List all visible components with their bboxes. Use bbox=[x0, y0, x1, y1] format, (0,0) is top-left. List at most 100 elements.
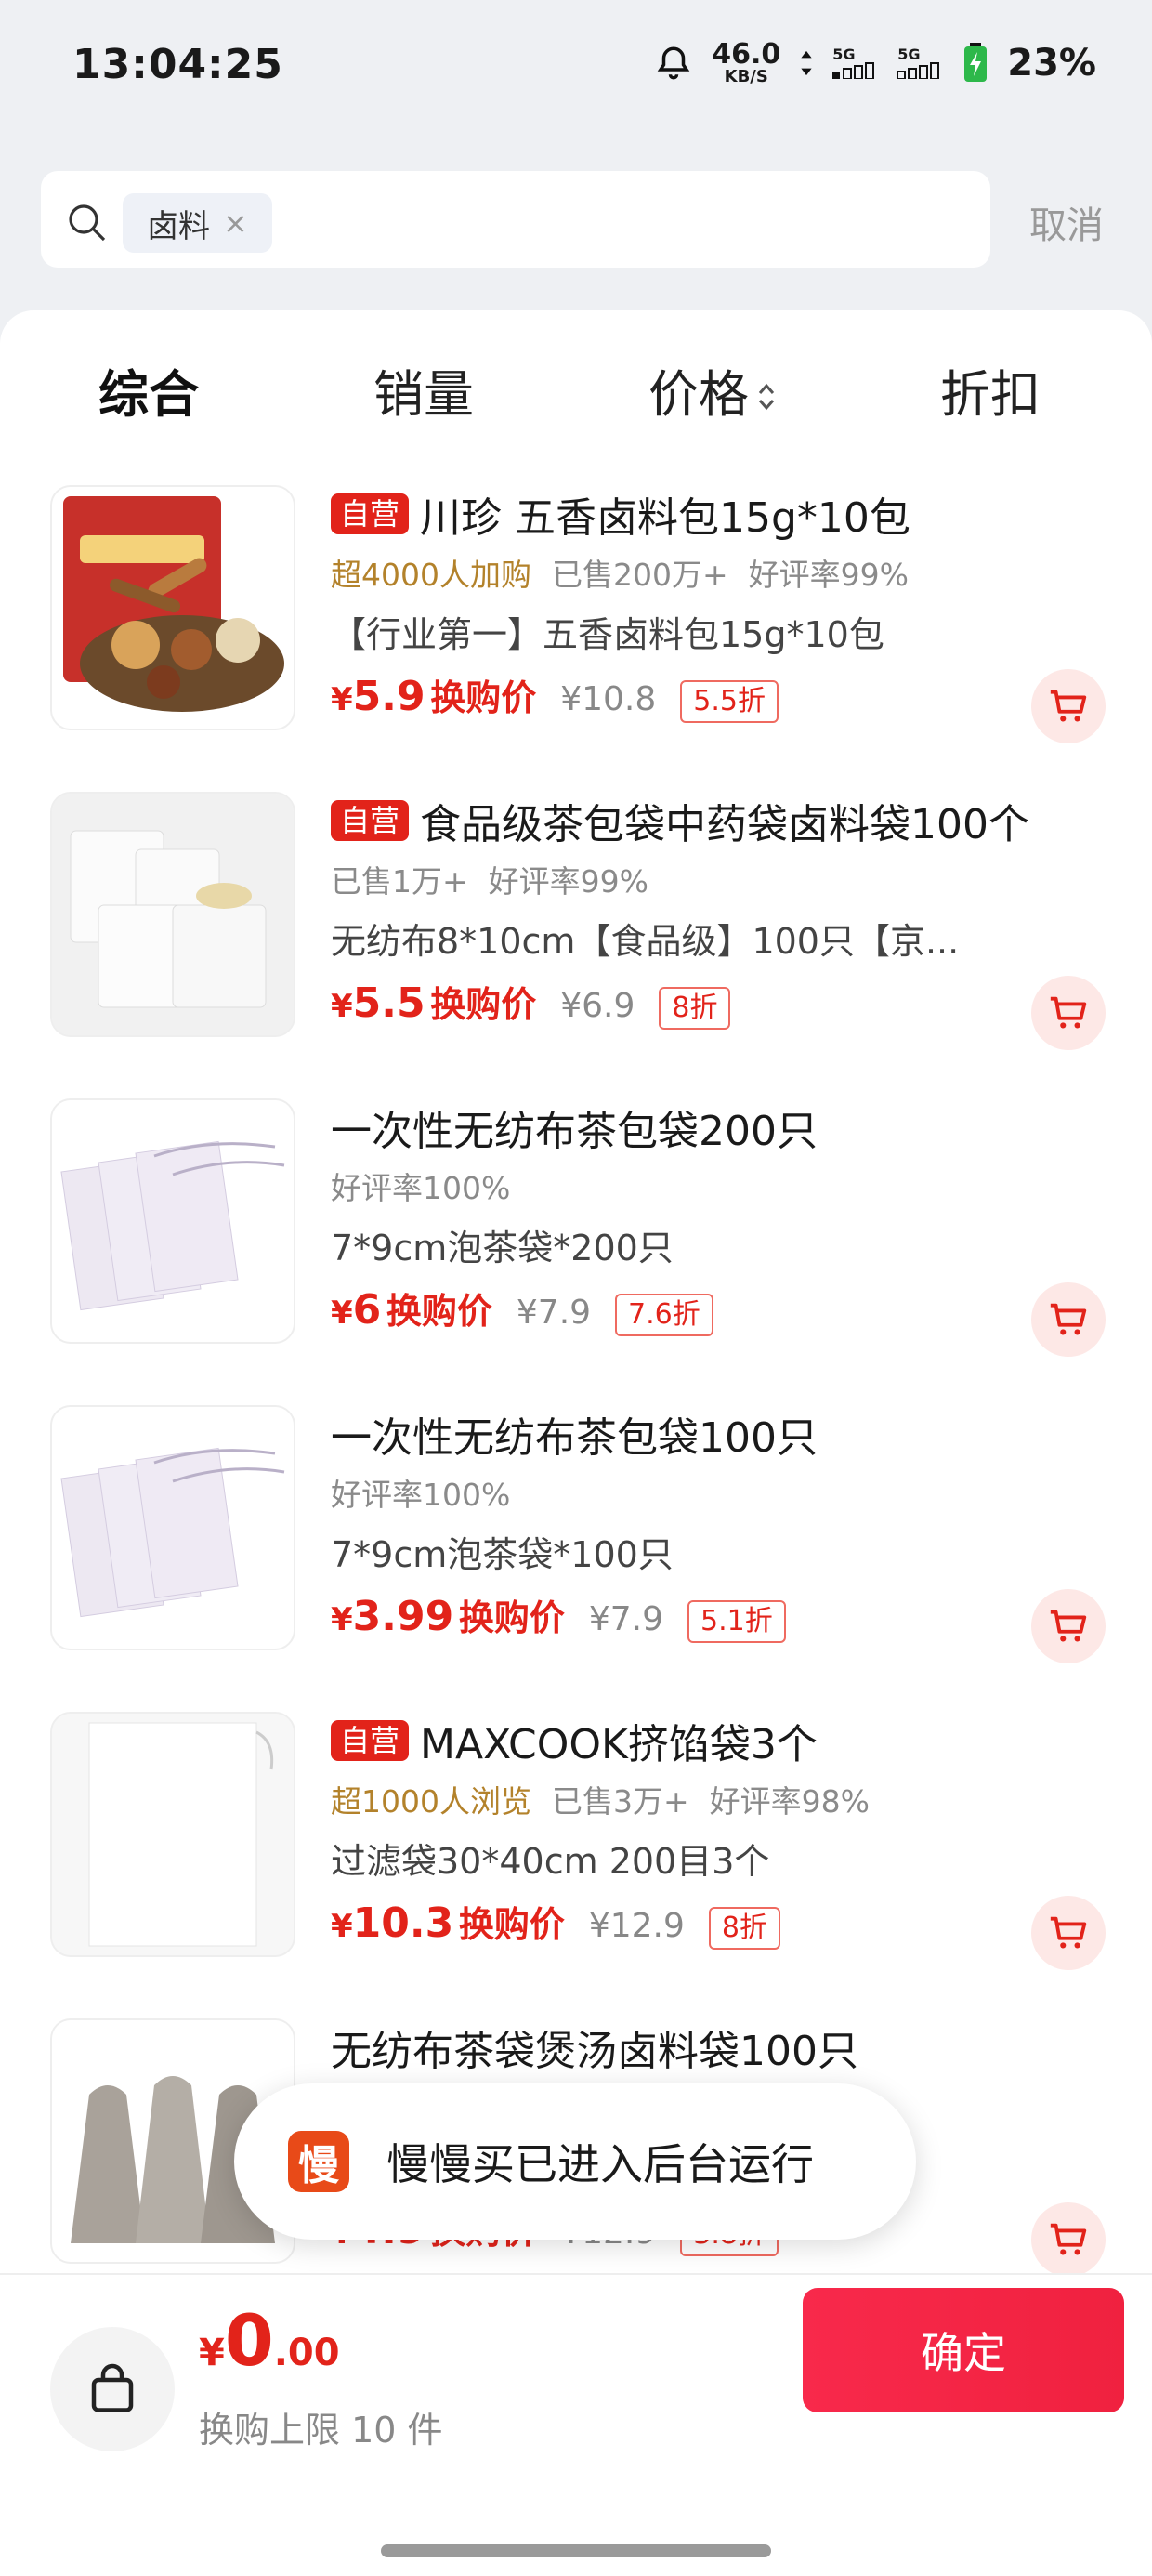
sold-count: 已售3万+ bbox=[551, 1783, 689, 1820]
sort-arrows-icon bbox=[756, 369, 777, 427]
product-desc: 【行业第一】五香卤料包15g*10包 bbox=[331, 614, 884, 655]
product-image[interactable] bbox=[50, 485, 295, 730]
cart-icon bbox=[1050, 1610, 1087, 1642]
original-price: ¥7.9 bbox=[516, 1294, 592, 1332]
product-info: 一次性无纺布茶包袋100只 好评率100% 7*9cm泡茶袋*100只 ¥3.9… bbox=[331, 1405, 1074, 1643]
sort-bar: 综合 销量 价格 折扣 bbox=[0, 353, 1152, 427]
cart-icon bbox=[1050, 996, 1087, 1029]
price: ¥6 换购价 bbox=[331, 1286, 492, 1334]
product-item[interactable]: 一次性无纺布茶包袋200只 好评率100% 7*9cm泡茶袋*200只 ¥6 换… bbox=[0, 1098, 1152, 1377]
rating: 好评率100% bbox=[331, 1477, 511, 1513]
product-title: 一次性无纺布茶包袋200只 bbox=[331, 1108, 818, 1155]
self-operated-badge: 自营 bbox=[331, 1719, 410, 1762]
product-title: 无纺布茶袋煲汤卤料袋100只 bbox=[331, 2028, 858, 2075]
cart-bag-button[interactable] bbox=[50, 2327, 175, 2451]
product-title: 食品级茶包袋中药袋卤料袋100个 bbox=[420, 801, 1029, 848]
product-meta: 好评率100% bbox=[331, 1470, 1074, 1520]
rating: 好评率99% bbox=[488, 863, 649, 900]
network-speed: 46.0 KB/S bbox=[712, 38, 781, 86]
cancel-button[interactable]: 取消 bbox=[1029, 195, 1104, 249]
promo-text: 超1000人浏览 bbox=[331, 1783, 531, 1820]
battery-charging-icon bbox=[962, 43, 988, 84]
battery-percent: 23% bbox=[1007, 42, 1096, 85]
toast-text: 慢慢买已进入后台运行 bbox=[386, 2139, 814, 2189]
cart-icon bbox=[1050, 2223, 1087, 2255]
tab-discount[interactable]: 折扣 bbox=[940, 353, 1041, 427]
product-info: 自营 MAXCOOK挤馅袋3个 超1000人浏览 已售3万+ 好评率98% 过滤… bbox=[331, 1712, 1074, 1950]
add-to-cart-button[interactable] bbox=[1031, 1589, 1106, 1663]
discount-badge: 8折 bbox=[659, 987, 731, 1030]
exchange-limit: 换购上限 10 件 bbox=[199, 2410, 443, 2451]
price-line: ¥10.3 换购价 ¥12.9 8折 bbox=[331, 1896, 1074, 1950]
product-meta: 已售1万+ 好评率99% bbox=[331, 857, 1074, 907]
search-icon bbox=[65, 201, 110, 249]
product-image[interactable] bbox=[50, 1098, 295, 1344]
home-indicator[interactable] bbox=[381, 2544, 771, 2557]
tab-price-label: 价格 bbox=[648, 365, 749, 424]
add-to-cart-button[interactable] bbox=[1031, 2202, 1106, 2277]
bottom-bar: ¥0.00 换购上限 10 件 确定 bbox=[0, 2273, 1152, 2576]
product-meta: 超1000人浏览 已售3万+ 好评率98% bbox=[331, 1777, 1074, 1827]
search-input[interactable]: 卤料 × bbox=[41, 171, 990, 268]
product-title: 川珍 五香卤料包15g*10包 bbox=[420, 494, 910, 542]
rating: 好评率98% bbox=[709, 1783, 870, 1820]
search-row: 卤料 × 取消 bbox=[0, 167, 1152, 269]
product-image[interactable] bbox=[50, 1405, 295, 1650]
app-logo-icon: 慢 bbox=[288, 2131, 349, 2192]
product-item[interactable]: 自营 MAXCOOK挤馅袋3个 超1000人浏览 已售3万+ 好评率98% 过滤… bbox=[0, 1712, 1152, 1991]
product-desc: 过滤袋30*40cm 200目3个 bbox=[331, 1841, 770, 1882]
price: ¥5.9 换购价 bbox=[331, 673, 537, 720]
tab-comprehensive[interactable]: 综合 bbox=[98, 353, 199, 427]
product-title: 一次性无纺布茶包袋100只 bbox=[331, 1414, 818, 1462]
signal-icon-1: 5G bbox=[832, 47, 879, 79]
clear-keyword-icon[interactable]: × bbox=[223, 205, 248, 241]
self-operated-badge: 自营 bbox=[331, 493, 410, 535]
rating: 好评率100% bbox=[331, 1170, 511, 1206]
price: ¥10.3 换购价 bbox=[331, 1899, 565, 1947]
product-info: 自营 食品级茶包袋中药袋卤料袋100个 已售1万+ 好评率99% 无纺布8*10… bbox=[331, 792, 1074, 1030]
product-meta: 超4000人加购 已售200万+ 好评率99% bbox=[331, 550, 1074, 600]
cart-icon bbox=[1050, 690, 1087, 722]
tab-sales[interactable]: 销量 bbox=[373, 353, 474, 427]
sold-count: 已售1万+ bbox=[331, 863, 468, 900]
search-keyword: 卤料 bbox=[147, 207, 210, 245]
original-price: ¥12.9 bbox=[588, 1907, 685, 1945]
discount-badge: 7.6折 bbox=[615, 1294, 713, 1336]
original-price: ¥10.8 bbox=[560, 680, 657, 718]
product-image[interactable] bbox=[50, 792, 295, 1037]
add-to-cart-button[interactable] bbox=[1031, 669, 1106, 743]
search-keyword-chip[interactable]: 卤料 × bbox=[123, 193, 272, 253]
alarm-bell-icon bbox=[654, 44, 693, 83]
price-line: ¥5.9 换购价 ¥10.8 5.5折 bbox=[331, 669, 1074, 723]
promo-text: 超4000人加购 bbox=[331, 557, 531, 593]
discount-badge: 5.5折 bbox=[680, 680, 779, 723]
product-desc: 7*9cm泡茶袋*100只 bbox=[331, 1534, 674, 1575]
product-image[interactable] bbox=[50, 1712, 295, 1957]
original-price: ¥6.9 bbox=[560, 987, 635, 1025]
price-line: ¥6 换购价 ¥7.9 7.6折 bbox=[331, 1282, 1074, 1336]
shopping-bag-icon bbox=[91, 2363, 134, 2412]
signal-icon-2: 5G bbox=[897, 47, 944, 79]
discount-badge: 5.1折 bbox=[687, 1600, 786, 1643]
product-item[interactable]: 自营 川珍 五香卤料包15g*10包 超4000人加购 已售200万+ 好评率9… bbox=[0, 485, 1152, 764]
price-line: ¥5.5 换购价 ¥6.9 8折 bbox=[331, 976, 1074, 1030]
add-to-cart-button[interactable] bbox=[1031, 1896, 1106, 1970]
status-time: 13:04:25 bbox=[72, 41, 283, 88]
rating: 好评率99% bbox=[748, 557, 909, 593]
cart-icon bbox=[1050, 1303, 1087, 1335]
confirm-button[interactable]: 确定 bbox=[803, 2288, 1124, 2412]
data-arrows-icon bbox=[799, 49, 814, 77]
add-to-cart-button[interactable] bbox=[1031, 976, 1106, 1050]
product-item[interactable]: 一次性无纺布茶包袋100只 好评率100% 7*9cm泡茶袋*100只 ¥3.9… bbox=[0, 1405, 1152, 1684]
product-desc: 无纺布8*10cm【食品级】100只【京... bbox=[331, 921, 960, 962]
price: ¥5.5 换购价 bbox=[331, 979, 537, 1027]
tab-price[interactable]: 价格 bbox=[648, 353, 777, 427]
price-line: ¥3.99 换购价 ¥7.9 5.1折 bbox=[331, 1589, 1074, 1643]
product-item[interactable]: 自营 食品级茶包袋中药袋卤料袋100个 已售1万+ 好评率99% 无纺布8*10… bbox=[0, 792, 1152, 1071]
background-toast: 慢 慢慢买已进入后台运行 bbox=[234, 2083, 916, 2240]
product-desc: 7*9cm泡茶袋*200只 bbox=[331, 1228, 674, 1268]
product-info: 自营 川珍 五香卤料包15g*10包 超4000人加购 已售200万+ 好评率9… bbox=[331, 485, 1074, 723]
add-to-cart-button[interactable] bbox=[1031, 1282, 1106, 1357]
price: ¥3.99 换购价 bbox=[331, 1593, 565, 1640]
sold-count: 已售200万+ bbox=[551, 557, 728, 593]
